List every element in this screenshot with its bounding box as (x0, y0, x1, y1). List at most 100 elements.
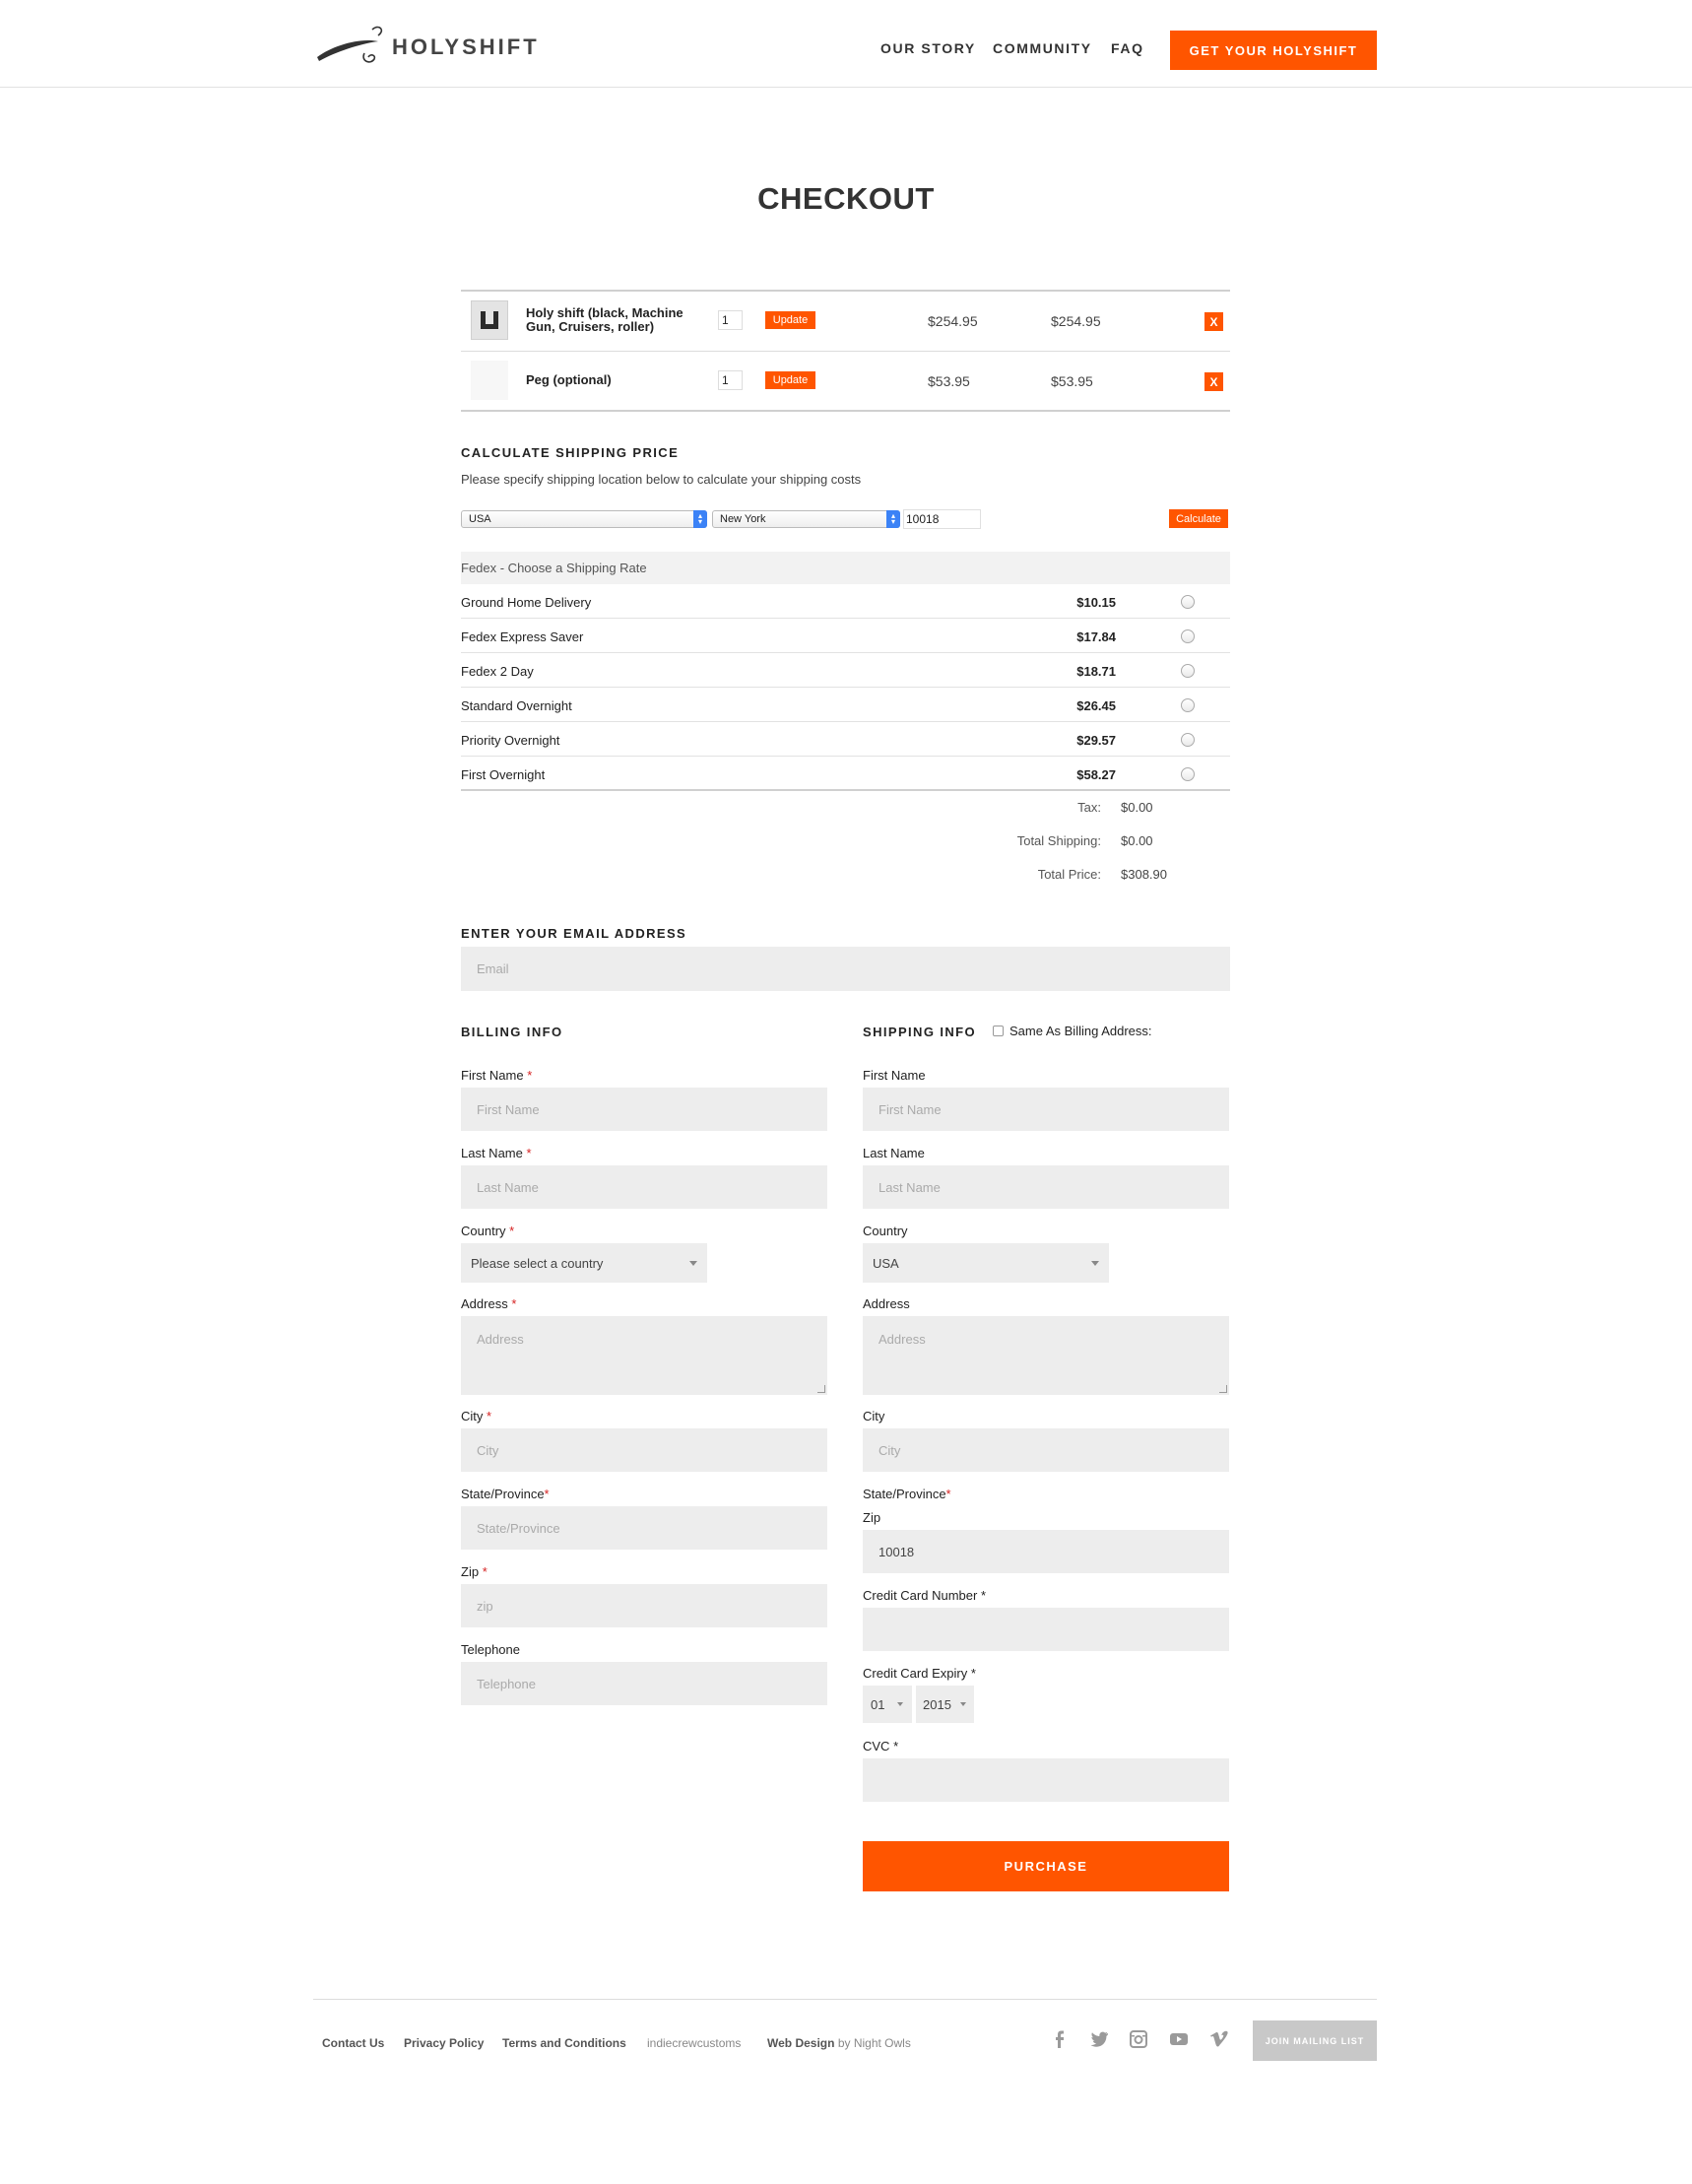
shipping-rate-row[interactable]: Ground Home Delivery $10.15 (461, 584, 1230, 619)
billing-zip-input[interactable]: zip (461, 1584, 827, 1627)
calc-state-select[interactable]: New York ▴ ▾ (712, 510, 900, 528)
shipping-rate-row[interactable]: Priority Overnight $29.57 (461, 722, 1230, 757)
hanger-logo-icon (317, 26, 383, 63)
line-total: $254.95 (1051, 313, 1101, 329)
billing-address-label: Address * (461, 1296, 517, 1311)
rate-name: Fedex 2 Day (461, 664, 534, 679)
shipping-address-input[interactable]: Address (863, 1316, 1229, 1395)
rate-name: Fedex Express Saver (461, 629, 584, 644)
tax-value: $0.00 (1121, 800, 1153, 815)
quantity-input[interactable]: 1 (718, 310, 743, 330)
instagram-icon[interactable] (1127, 2027, 1150, 2051)
billing-country-value: Please select a country (471, 1255, 604, 1271)
shipping-calc-help: Please specify shipping location below t… (461, 472, 862, 487)
billing-last-name-input[interactable]: Last Name (461, 1165, 827, 1209)
shipping-zip-input[interactable]: 10018 (863, 1530, 1229, 1573)
cc-number-label: Credit Card Number * (863, 1588, 986, 1603)
email-input[interactable]: Email (461, 947, 1230, 991)
same-as-billing-checkbox[interactable] (993, 1026, 1004, 1036)
cvc-input[interactable] (863, 1758, 1229, 1802)
shipping-country-value: USA (873, 1255, 899, 1271)
nav-community[interactable]: COMMUNITY (993, 40, 1092, 56)
chevron-down-icon (689, 1261, 697, 1266)
site-logo[interactable]: HOLYSHIFT (313, 20, 540, 75)
billing-telephone-label: Telephone (461, 1642, 520, 1657)
rate-price: $17.84 (1076, 629, 1116, 644)
rate-price: $58.27 (1076, 767, 1116, 782)
nav-our-story[interactable]: OUR STORY (880, 40, 976, 56)
footer-link-contact[interactable]: Contact Us (322, 2036, 384, 2050)
unit-price: $53.95 (928, 373, 970, 389)
shipping-last-name-label: Last Name (863, 1146, 925, 1160)
shipping-country-select[interactable]: USA (863, 1243, 1109, 1283)
remove-item-button[interactable]: X (1204, 312, 1223, 331)
calc-zip-input[interactable]: 10018 (903, 509, 981, 529)
rate-name: Standard Overnight (461, 698, 572, 713)
shipping-heading: SHIPPING INFO (863, 1025, 976, 1039)
rate-radio[interactable] (1181, 698, 1195, 712)
billing-heading: BILLING INFO (461, 1025, 563, 1039)
shipping-zip-label: Zip (863, 1510, 881, 1525)
cc-expiry-label: Credit Card Expiry * (863, 1666, 976, 1681)
billing-address-input[interactable]: Address (461, 1316, 827, 1395)
shipping-rate-row[interactable]: Standard Overnight $26.45 (461, 688, 1230, 722)
billing-state-label: State/Province* (461, 1487, 550, 1501)
billing-first-name-label: First Name * (461, 1068, 533, 1083)
billing-state-input[interactable]: State/Province (461, 1506, 827, 1550)
footer-web-design[interactable]: Web Design by Night Owls (767, 2036, 911, 2050)
twitter-icon[interactable] (1087, 2027, 1111, 2051)
billing-first-name-input[interactable]: First Name (461, 1088, 827, 1131)
rate-price: $18.71 (1076, 664, 1116, 679)
calculate-button[interactable]: Calculate (1169, 509, 1228, 528)
remove-item-button[interactable]: X (1204, 372, 1223, 391)
resize-handle-icon[interactable] (817, 1385, 825, 1393)
billing-city-label: City * (461, 1409, 492, 1423)
vimeo-icon[interactable] (1207, 2027, 1231, 2051)
expiry-month-select[interactable]: 01 (863, 1686, 912, 1723)
rate-radio[interactable] (1181, 664, 1195, 678)
billing-telephone-input[interactable]: Telephone (461, 1662, 827, 1705)
shipping-last-name-input[interactable]: Last Name (863, 1165, 1229, 1209)
shipping-rate-row[interactable]: Fedex 2 Day $18.71 (461, 653, 1230, 688)
expiry-year-select[interactable]: 2015 (916, 1686, 974, 1723)
quantity-input[interactable]: 1 (718, 370, 743, 390)
unit-price: $254.95 (928, 313, 978, 329)
billing-last-name-label: Last Name * (461, 1146, 532, 1160)
billing-country-select[interactable]: Please select a country (461, 1243, 707, 1283)
nav-faq[interactable]: FAQ (1111, 40, 1144, 56)
shipping-rate-row[interactable]: Fedex Express Saver $17.84 (461, 619, 1230, 653)
shipping-rate-row[interactable]: First Overnight $58.27 (461, 757, 1230, 791)
purchase-button[interactable]: PURCHASE (863, 1841, 1229, 1891)
rate-name: First Overnight (461, 767, 546, 782)
rate-radio[interactable] (1181, 767, 1195, 781)
same-as-billing-label: Same As Billing Address: (1009, 1024, 1152, 1038)
footer-link-privacy[interactable]: Privacy Policy (404, 2036, 484, 2050)
calc-country-select[interactable]: USA ▴ ▾ (461, 510, 707, 528)
line-total: $53.95 (1051, 373, 1093, 389)
shipping-city-input[interactable]: City (863, 1428, 1229, 1472)
billing-zip-label: Zip * (461, 1564, 488, 1579)
total-price-value: $308.90 (1121, 867, 1167, 882)
get-holyshift-button[interactable]: GET YOUR HOLYSHIFT (1170, 31, 1377, 70)
join-mailing-list-button[interactable]: JOIN MAILING LIST (1253, 2020, 1377, 2061)
rate-radio[interactable] (1181, 629, 1195, 643)
total-price-label: Total Price: (1037, 867, 1101, 882)
rate-radio[interactable] (1181, 733, 1195, 747)
footer-link-terms[interactable]: Terms and Conditions (502, 2036, 626, 2050)
billing-city-input[interactable]: City (461, 1428, 827, 1472)
youtube-icon[interactable] (1167, 2027, 1191, 2051)
shipping-first-name-input[interactable]: First Name (863, 1088, 1229, 1131)
shipping-address-label: Address (863, 1296, 910, 1311)
shipping-country-label: Country (863, 1224, 908, 1238)
footer-credit-site[interactable]: indiecrewcustoms (647, 2036, 741, 2050)
shipping-city-label: City (863, 1409, 885, 1423)
resize-handle-icon[interactable] (1219, 1385, 1227, 1393)
shipping-calc-heading: CALCULATE SHIPPING PRICE (461, 445, 680, 460)
cc-number-input[interactable] (863, 1608, 1229, 1651)
update-button[interactable]: Update (765, 311, 815, 329)
update-button[interactable]: Update (765, 371, 815, 389)
rate-radio[interactable] (1181, 595, 1195, 609)
cart-item-row: Holy shift (black, Machine Gun, Cruisers… (461, 291, 1230, 350)
expiry-month-value: 01 (871, 1696, 885, 1712)
facebook-icon[interactable] (1048, 2027, 1072, 2051)
